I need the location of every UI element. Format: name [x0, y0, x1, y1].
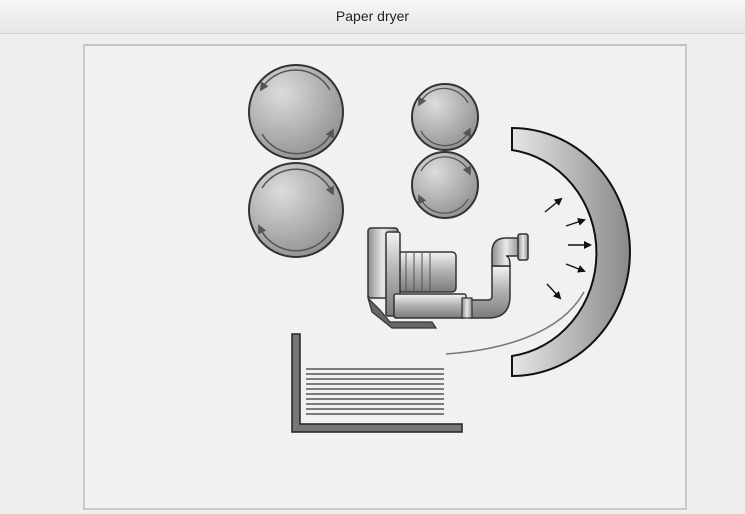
paper-dryer-diagram: [248, 64, 631, 433]
roller-small-bottom: [411, 151, 479, 219]
air-flow-arrow-icon: [565, 218, 586, 227]
air-flow-arrow-icon: [565, 263, 586, 273]
paper-stack: [306, 368, 444, 415]
blower-unit: [366, 227, 529, 329]
air-flow-arrow-icon: [546, 283, 562, 300]
drying-hood: [511, 126, 631, 378]
air-flow-arrow-icon: [544, 197, 563, 213]
paper-tray: [291, 333, 463, 433]
roller-large-bottom: [248, 162, 344, 258]
roller-large-top: [248, 64, 344, 160]
roller-small-top: [411, 83, 479, 151]
air-flow-arrows: [544, 197, 592, 300]
